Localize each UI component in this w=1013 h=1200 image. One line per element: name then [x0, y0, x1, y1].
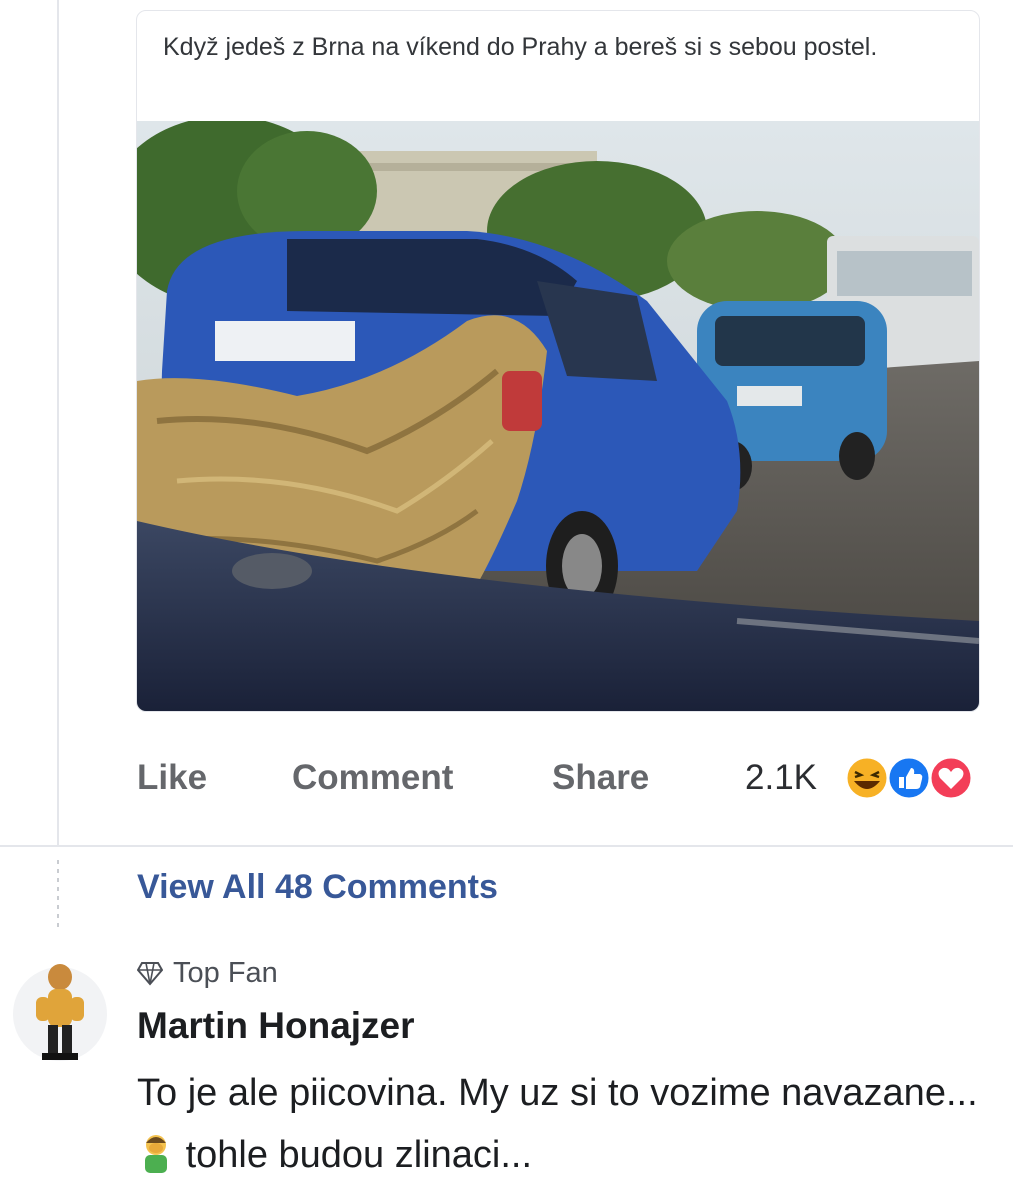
- diamond-icon: [136, 962, 164, 986]
- avatar[interactable]: [12, 955, 108, 1073]
- post-text: Když jedeš z Brna na víkend do Prahy a b…: [163, 33, 878, 61]
- comment-button[interactable]: Comment: [292, 758, 453, 798]
- post-image[interactable]: [137, 121, 979, 711]
- thread-dots: [57, 860, 59, 930]
- like-button[interactable]: Like: [137, 758, 207, 798]
- comment-author[interactable]: Martin Honajzer: [137, 1005, 415, 1047]
- reaction-count[interactable]: 2.1K: [745, 758, 817, 798]
- thread-line: [57, 0, 59, 845]
- share-button[interactable]: Share: [552, 758, 649, 798]
- divider: [0, 845, 1013, 847]
- comment-text-part2: tohle budou zlinaci...: [185, 1134, 533, 1176]
- comment-text-part1: To je ale piicovina. My uz si to vozime …: [137, 1072, 978, 1114]
- haha-reaction-icon: [844, 755, 890, 801]
- reactions-summary[interactable]: [843, 755, 983, 801]
- like-reaction-icon: [886, 755, 932, 801]
- top-fan-badge: Top Fan: [136, 957, 278, 993]
- comment-text: To je ale piicovina. My uz si to vozime …: [137, 1062, 997, 1194]
- shared-post-card[interactable]: Když jedeš z Brna na víkend do Prahy a b…: [136, 10, 980, 712]
- facepalm-emoji-icon: [139, 1132, 173, 1194]
- view-all-comments-link[interactable]: View All 48 Comments: [137, 868, 498, 907]
- top-fan-label: Top Fan: [173, 957, 278, 989]
- love-reaction-icon: [928, 755, 974, 801]
